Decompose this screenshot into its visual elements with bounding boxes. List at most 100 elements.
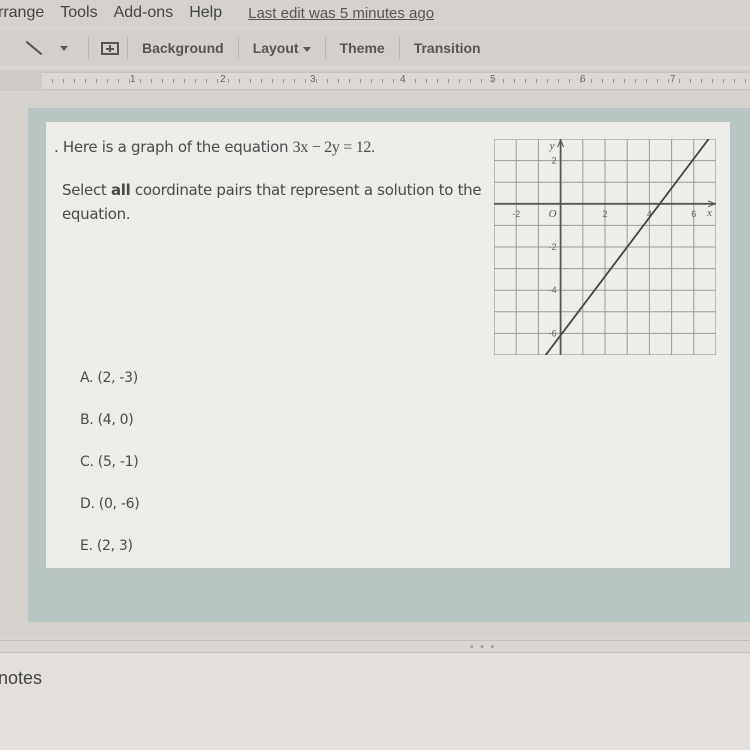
- ruler-tick: [525, 79, 526, 83]
- ruler-tick: [679, 79, 680, 83]
- graph-svg: xyO-2 2 4 62-2-4-6: [494, 139, 716, 355]
- ruler-tick: [580, 79, 581, 83]
- toolbar-separator: [324, 37, 326, 59]
- ruler-tick: [558, 79, 559, 83]
- ruler-tick: [195, 79, 196, 83]
- toolbar: Background Layout Theme Transition: [0, 30, 750, 66]
- horizontal-ruler[interactable]: 1234567: [42, 72, 750, 90]
- layout-button[interactable]: Layout: [247, 40, 317, 56]
- ruler-tick: [690, 79, 691, 83]
- ruler-tick: [426, 79, 427, 83]
- menu-bar: rrange Tools Add-ons Help Last edit was …: [0, 0, 750, 26]
- y-tick-label: -6: [549, 328, 557, 338]
- toolbar-separator: [127, 37, 128, 59]
- menu-tools[interactable]: Tools: [60, 4, 97, 22]
- layout-label: Layout: [252, 40, 299, 56]
- ruler-tick: [85, 79, 86, 83]
- ruler-tick: [459, 79, 460, 83]
- ruler-tick: [481, 79, 482, 83]
- question-text: . Here is a graph of the equation 3x − 2…: [54, 138, 375, 157]
- ruler-tick: [129, 79, 130, 83]
- ruler-tick: [349, 79, 350, 83]
- ruler-tick: [591, 79, 592, 83]
- x-tick-label: -2: [512, 209, 520, 219]
- ruler-tick: [514, 79, 515, 83]
- ruler-tick: [404, 79, 405, 83]
- ruler-tick: [206, 79, 207, 83]
- transition-button[interactable]: Transition: [408, 40, 487, 56]
- ruler-tick: [382, 79, 383, 83]
- ruler-tick: [569, 79, 570, 83]
- instructions: Select all coordinate pairs that represe…: [62, 178, 482, 226]
- ruler-tick: [734, 79, 735, 83]
- ruler-tick: [239, 79, 240, 83]
- ruler-tick: [371, 79, 372, 83]
- toolbar-separator: [237, 37, 239, 59]
- option-b[interactable]: B. (4, 0): [80, 412, 139, 454]
- option-e[interactable]: E. (2, 3): [80, 538, 139, 580]
- ruler-tick: [613, 79, 614, 83]
- y-tick-label: -2: [549, 242, 557, 252]
- speaker-notes-area[interactable]: [0, 653, 750, 750]
- ruler-tick: [74, 79, 75, 83]
- ruler-tick: [646, 79, 647, 83]
- notes-label: notes: [0, 668, 43, 688]
- ruler-number: 3: [310, 74, 316, 85]
- caret-down-icon[interactable]: [60, 45, 68, 51]
- coordinate-graph: x y O -2 2 4 6 2 -2 -4 -6: [494, 139, 716, 355]
- ruler-tick: [217, 79, 218, 83]
- x-axis-label: x: [706, 207, 712, 219]
- toolbar-separator: [88, 37, 89, 59]
- ruler-tick: [173, 79, 174, 83]
- y-tick-label: -4: [549, 285, 557, 295]
- line-icon[interactable]: [25, 40, 43, 56]
- option-a[interactable]: A. (2, -3): [80, 370, 139, 412]
- option-d[interactable]: D. (0, -6): [80, 496, 140, 538]
- ruler-tick: [272, 79, 273, 83]
- ruler-tick: [63, 79, 64, 83]
- ruler-tick: [283, 79, 284, 83]
- ruler-tick: [107, 79, 108, 83]
- ruler-tick: [635, 79, 636, 83]
- y-axis-label: y: [549, 140, 555, 152]
- origin-label: O: [549, 208, 557, 220]
- last-edit-link[interactable]: Last edit was 5 minutes ago: [248, 5, 434, 22]
- ruler-tick: [360, 79, 361, 83]
- instruction-emphasis: all: [110, 181, 131, 199]
- ruler-tick: [448, 79, 449, 83]
- ruler-tick: [228, 79, 229, 83]
- ruler-tick: [162, 79, 163, 83]
- ruler-tick: [305, 79, 306, 83]
- background-button[interactable]: Background: [136, 40, 230, 56]
- ruler-tick: [140, 79, 141, 83]
- equation: 3x − 2y = 12.: [292, 139, 375, 156]
- ruler-number: 2: [220, 74, 226, 85]
- y-tick-label: 2: [552, 156, 557, 166]
- x-tick-label: 6: [691, 209, 696, 219]
- answer-options: A. (2, -3) B. (4, 0) C. (5, -1) D. (0, -…: [80, 370, 140, 580]
- comment-icon[interactable]: [101, 41, 119, 55]
- ruler-tick: [602, 79, 603, 83]
- menu-help[interactable]: Help: [189, 4, 222, 22]
- ruler-tick: [151, 79, 152, 83]
- ruler-tick: [52, 79, 53, 83]
- toolbar-separator: [398, 37, 400, 59]
- menu-arrange[interactable]: rrange: [0, 4, 44, 22]
- ruler-tick: [723, 79, 724, 83]
- theme-button[interactable]: Theme: [334, 40, 391, 56]
- ruler-tick: [437, 79, 438, 83]
- ruler-tick: [250, 79, 251, 83]
- ruler-tick: [393, 79, 394, 83]
- x-tick-label: 2: [602, 209, 607, 219]
- ruler-tick: [624, 79, 625, 83]
- ruler-tick: [668, 79, 669, 83]
- ruler-tick: [118, 79, 119, 83]
- chevron-down-icon: [302, 46, 311, 52]
- ruler-tick: [470, 79, 471, 83]
- instruction-text: Select: [62, 181, 111, 199]
- menu-add-ons[interactable]: Add-ons: [114, 4, 174, 22]
- ruler-tick: [547, 79, 548, 83]
- ruler-tick: [492, 79, 493, 83]
- option-c[interactable]: C. (5, -1): [80, 454, 139, 496]
- ruler-tick: [712, 79, 713, 83]
